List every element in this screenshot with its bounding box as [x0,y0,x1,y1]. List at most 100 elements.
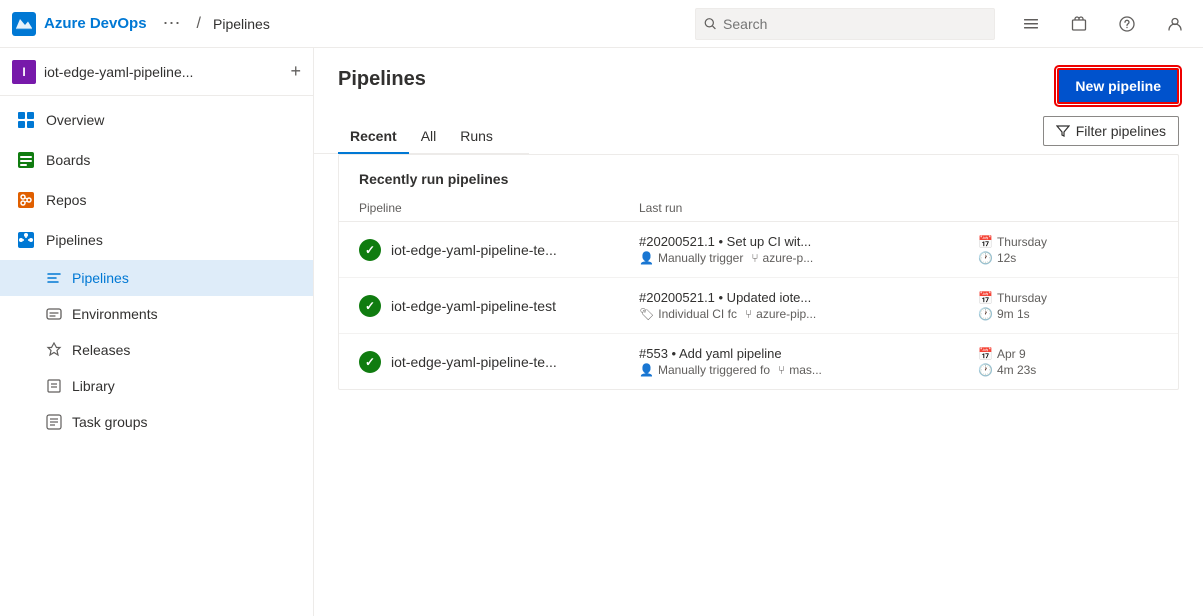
calendar-icon-1: 📅 [978,235,993,249]
app-logo[interactable]: Azure DevOps [12,12,147,36]
table-row[interactable]: iot-edge-yaml-pipeline-te... #553 • Add … [339,334,1178,389]
user-icon[interactable] [1159,8,1191,40]
content-area: Pipelines New pipeline Recent All Runs F… [314,48,1203,616]
filter-area: Filter pipelines [1019,104,1203,154]
sidebar-item-environments-label: Environments [72,306,158,322]
run-branch-1: azure-p... [763,251,814,265]
run-branch-2: azure-pip... [756,307,816,321]
search-icon [704,17,717,31]
run-day-3: 📅 Apr 9 [978,347,1158,361]
tabs: Recent All Runs [314,108,529,154]
table-header: Pipeline Last run [339,195,1178,222]
main-layout: I iot-edge-yaml-pipeline... + Overview [0,48,1203,616]
pipelines-parent-icon [16,230,36,250]
run-trigger-1: Manually trigger [658,251,743,265]
run-meta-2: 🏷 Individual CI fc ⑂ azure-pip... [639,307,978,321]
trigger-icon-2: 🏷 [639,307,654,321]
run-day-2: 📅 Thursday [978,291,1158,305]
run-time-cell-3: 📅 Apr 9 🕐 4m 23s [978,347,1158,377]
new-pipeline-button[interactable]: New pipeline [1057,68,1179,104]
run-time-cell-1: 📅 Thursday 🕐 12s [978,235,1158,265]
recently-run-header: Recently run pipelines [339,155,1178,195]
sidebar-item-overview[interactable]: Overview [0,100,313,140]
tab-all[interactable]: All [409,120,449,154]
filter-pipelines-button[interactable]: Filter pipelines [1043,116,1179,146]
repos-icon [16,190,36,210]
run-duration-1: 🕐 12s [978,251,1158,265]
filter-icon [1056,124,1070,138]
run-title-3: #553 • Add yaml pipeline [639,346,899,361]
table-row[interactable]: iot-edge-yaml-pipeline-te... #20200521.1… [339,222,1178,278]
pipeline-name-cell-3: iot-edge-yaml-pipeline-te... [359,351,639,373]
content-header: Pipelines New pipeline [314,48,1203,104]
run-duration-3: 🕐 4m 23s [978,363,1158,377]
sidebar-item-overview-label: Overview [46,112,104,128]
sidebar-item-repos-label: Repos [46,192,86,208]
environments-icon [46,306,62,322]
run-title-1: #20200521.1 • Set up CI wit... [639,234,899,249]
clock-icon-1: 🕐 [978,251,993,265]
run-meta-1: 👤 Manually trigger ⑂ azure-p... [639,251,978,265]
sidebar-item-pipelines-sub-label: Pipelines [72,270,129,286]
more-options-icon[interactable]: ⋯ [163,13,181,34]
sidebar-item-library-label: Library [72,378,115,394]
sidebar-item-repos[interactable]: Repos [0,180,313,220]
run-time-cell-2: 📅 Thursday 🕐 9m 1s [978,291,1158,321]
sidebar-item-environments[interactable]: Environments [0,296,313,332]
pipelines-card: Recently run pipelines Pipeline Last run… [338,154,1179,390]
col-time-header [978,201,1158,215]
breadcrumb-item: Pipelines [213,16,270,32]
calendar-icon-3: 📅 [978,347,993,361]
overview-icon [16,110,36,130]
sidebar-item-pipelines-parent-label: Pipelines [46,232,103,248]
azure-devops-logo-icon [12,12,36,36]
sidebar-item-releases[interactable]: Releases [0,332,313,368]
project-name: iot-edge-yaml-pipeline... [44,64,282,80]
page-title: Pipelines [338,68,426,91]
pipeline-status-icon-1 [359,239,381,261]
notifications-icon[interactable] [1015,8,1047,40]
last-run-cell-2: #20200521.1 • Updated iote... 🏷 Individu… [639,290,978,321]
pipelines-sub-icon [46,270,62,286]
trigger-icon-1: 👤 [639,251,654,265]
project-avatar: I [12,60,36,84]
sidebar-item-pipelines-parent[interactable]: Pipelines [0,220,313,260]
table-row[interactable]: iot-edge-yaml-pipeline-test #20200521.1 … [339,278,1178,334]
search-input[interactable] [723,16,986,32]
clock-icon-2: 🕐 [978,307,993,321]
breadcrumb-separator: / [197,15,201,33]
sidebar-nav: Overview Boards [0,96,313,444]
sidebar: I iot-edge-yaml-pipeline... + Overview [0,48,314,616]
releases-icon [46,342,62,358]
tab-recent[interactable]: Recent [338,120,409,154]
marketplace-icon[interactable] [1063,8,1095,40]
run-meta-3: 👤 Manually triggered fo ⑂ mas... [639,363,978,377]
search-box[interactable] [695,8,995,40]
branch-icon-1: ⑂ [751,251,758,265]
add-project-icon[interactable]: + [290,61,301,82]
sidebar-item-library[interactable]: Library [0,368,313,404]
boards-icon [16,150,36,170]
sidebar-item-boards-label: Boards [46,152,90,168]
sidebar-item-task-groups[interactable]: Task groups [0,404,313,440]
run-trigger-2: Individual CI fc [658,307,737,321]
sidebar-item-pipelines-sub[interactable]: Pipelines [0,260,313,296]
pipeline-name-1: iot-edge-yaml-pipeline-te... [391,242,557,258]
run-trigger-3: Manually triggered fo [658,363,770,377]
trigger-icon-3: 👤 [639,363,654,377]
task-groups-icon [46,414,62,430]
topbar-action-icons [1015,8,1191,40]
filter-pipelines-label: Filter pipelines [1076,123,1166,139]
project-header: I iot-edge-yaml-pipeline... + [0,48,313,96]
topbar: Azure DevOps ⋯ / Pipelines [0,0,1203,48]
run-duration-2: 🕐 9m 1s [978,307,1158,321]
calendar-icon-2: 📅 [978,291,993,305]
pipeline-status-icon-2 [359,295,381,317]
help-icon[interactable] [1111,8,1143,40]
pipeline-name-cell-2: iot-edge-yaml-pipeline-test [359,295,639,317]
run-title-2: #20200521.1 • Updated iote... [639,290,899,305]
pipeline-name-2: iot-edge-yaml-pipeline-test [391,298,556,314]
pipeline-name-3: iot-edge-yaml-pipeline-te... [391,354,557,370]
sidebar-item-boards[interactable]: Boards [0,140,313,180]
tab-runs[interactable]: Runs [448,120,505,154]
